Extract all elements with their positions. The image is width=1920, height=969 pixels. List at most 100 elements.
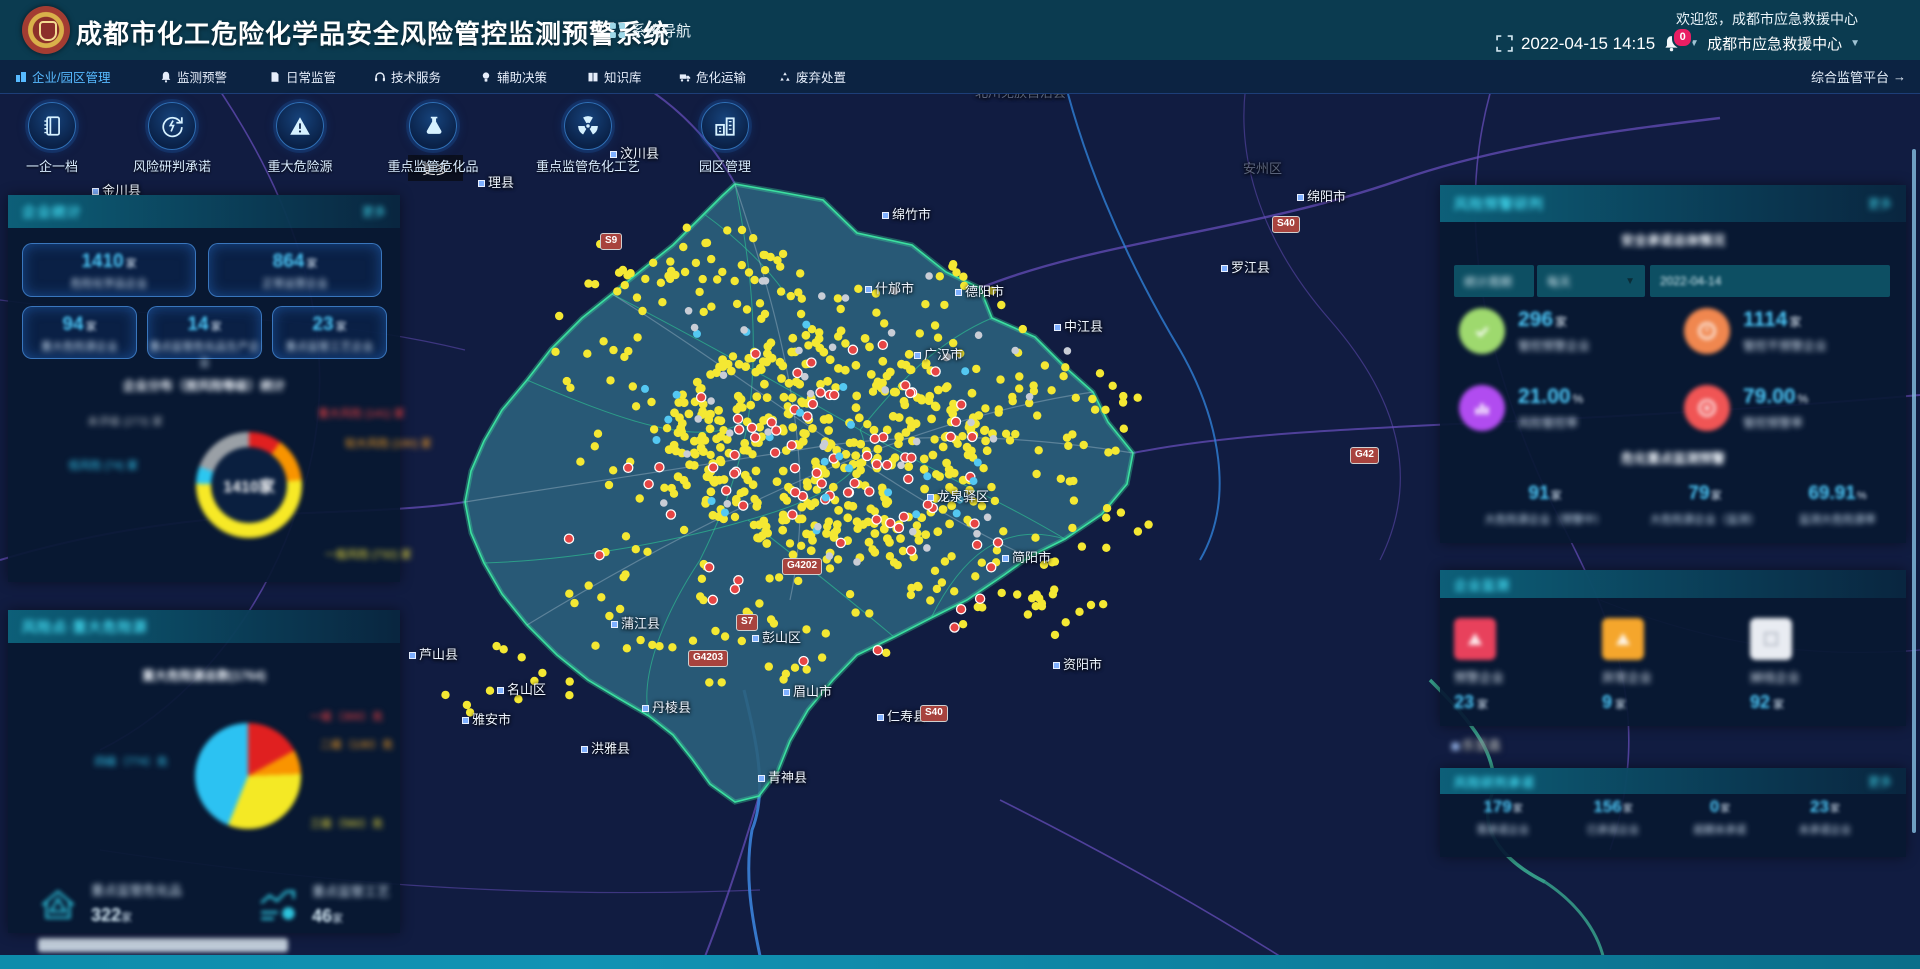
chart-callout-label: 二级（130）处: [320, 736, 393, 752]
period-select[interactable]: 每天▼: [1537, 265, 1645, 297]
more-link[interactable]: 更多: [1868, 195, 1892, 212]
panel-title: 风险研判承诺: [1454, 772, 1535, 791]
panel-title: 风险预警研判: [1454, 194, 1544, 214]
shortcut-row: 一企一档风险研判承诺重大危险源 重点监管危化品 重点监管危化工艺 园区管理: [0, 94, 800, 180]
bottom-stat: 69.91% 监测大危险源率: [1780, 483, 1895, 527]
more-link[interactable]: 更多: [362, 203, 386, 220]
notification-count-badge: 0: [1672, 27, 1693, 48]
chart-callout-label: 四级（774）处: [95, 753, 168, 769]
panel-title: 风险点·重大危险源: [22, 617, 148, 637]
chevron-down-icon: ▼: [1625, 276, 1635, 287]
datetime: 2022-04-15 14:15: [1521, 34, 1655, 54]
nav-item-label: 废弃处置: [796, 67, 846, 86]
notifications-bell-icon[interactable]: 0: [1663, 34, 1681, 54]
panel-title: 企业监测: [1454, 575, 1510, 594]
app-header: 成都市化工危险化学品安全风险管控监测预警系统 系统导航 欢迎您，成都市应急救援中…: [0, 0, 1920, 60]
stat-box[interactable]: 1410家 危险化学品企业: [22, 243, 196, 297]
shortcut-label: 重点监管危化工艺: [533, 156, 643, 175]
shortcut-label: 园区管理: [670, 156, 780, 175]
chart-callout-label: 三级（560）处: [310, 815, 383, 831]
welcome-text: 欢迎您，成都市应急救援中心: [1676, 9, 1858, 29]
monitor-item[interactable]: 掉线企业 92家: [1750, 618, 1880, 713]
monitor-item[interactable]: 异常企业 9家: [1602, 618, 1732, 713]
subtitle-monitor-warning: 危化重点监测预警: [1440, 448, 1906, 467]
hazard-icon-stat[interactable]: 重点监管危化品 322家: [35, 880, 182, 926]
commit-stat: 156家 已承诺企业: [1558, 797, 1668, 837]
commitment-panel: 风险研判承诺 更多 179家 需承诺企业 156家 已承诺企业 0家 超期未承诺…: [1440, 768, 1906, 857]
platform-link-label: 综合监管平台: [1811, 67, 1889, 86]
shortcut-4[interactable]: 重点监管危化工艺: [533, 94, 643, 175]
red-ring-icon: [1684, 385, 1730, 431]
shortcut-5[interactable]: 园区管理: [670, 94, 780, 175]
shortcut-label: 一企一档: [0, 156, 107, 175]
nav-item-1[interactable]: 监测预警: [160, 60, 227, 93]
nav-item-4[interactable]: 辅助决策: [480, 60, 547, 93]
date-input[interactable]: 2022-04-14: [1650, 265, 1890, 297]
shortcut-label: 风险研判承诺: [117, 156, 227, 175]
app-title: 成都市化工危险化学品安全风险管控监测预警系统: [76, 14, 670, 51]
chart-callout-label: 低风险 (74) 家: [68, 457, 138, 473]
map-attribution: [38, 938, 288, 952]
shortcut-label: 重大危险源: [245, 156, 355, 175]
subtitle-commitment: 安全承诺总体情况: [1440, 230, 1906, 249]
shortcut-3[interactable]: 重点监管危化品: [378, 94, 488, 175]
stat-box[interactable]: 94家 重大危险源企业: [22, 306, 137, 359]
org-name: 成都市应急救援中心: [1707, 33, 1842, 54]
shortcut-label: 重点监管危化品: [378, 156, 488, 175]
circle-stat: 79.00% 管控预警率: [1684, 385, 1808, 431]
system-nav-button[interactable]: 系统导航: [610, 20, 691, 41]
white-square-icon: [1750, 618, 1792, 660]
pie-chart-title: 重大危险源总数(1764): [8, 665, 400, 684]
platform-link[interactable]: 综合监管平台 →: [1811, 60, 1906, 93]
commit-stat: 23家 未承诺企业: [1770, 797, 1880, 837]
purple-bars-icon: [1459, 385, 1505, 431]
refresh-bolt-icon: [160, 114, 184, 138]
hazard-icon-stat[interactable]: 重点监管工艺 46家: [256, 881, 390, 927]
app-logo-icon: [22, 6, 70, 54]
nav-item-label: 企业/园区管理: [32, 67, 110, 86]
risk-warning-panel: 风险预警研判 更多 安全承诺总体情况 统计周期 每天▼ 2022-04-14 2…: [1440, 185, 1906, 543]
archive-book-icon: [40, 114, 64, 138]
nav-item-2[interactable]: 日常监管: [269, 60, 336, 93]
truck-icon: [679, 71, 691, 83]
orange-alert-icon: [1684, 308, 1730, 354]
nav-item-3[interactable]: 技术服务: [374, 60, 441, 93]
scrollbar-thumb[interactable]: [1912, 149, 1916, 833]
chart-callout-label: 未评级 (273) 家: [87, 413, 163, 429]
green-check-icon: [1459, 308, 1505, 354]
nav-item-label: 技术服务: [391, 67, 441, 86]
monitor-item[interactable]: 预警企业 23家: [1454, 618, 1584, 713]
nav-item-0[interactable]: 企业/园区管理: [15, 60, 110, 93]
arrow-right-icon: →: [1893, 69, 1906, 84]
fullscreen-icon[interactable]: [1496, 35, 1513, 52]
nav-item-label: 日常监管: [286, 67, 336, 86]
shortcut-2[interactable]: 重大危险源: [245, 94, 355, 175]
recycle-icon: [779, 71, 791, 83]
donut-center-label: 1410家: [223, 473, 275, 497]
circle-stat: 21.00% 风险管控率: [1459, 385, 1583, 431]
nav-item-5[interactable]: 知识库: [587, 60, 642, 93]
stat-box[interactable]: 14家 重点监管危化品生产企业: [147, 306, 262, 359]
circle-stat: 296家 管控预警企业: [1459, 308, 1590, 354]
commit-stat: 0家 超期未承诺: [1665, 797, 1775, 837]
filter-label: 统计周期: [1454, 265, 1534, 297]
stat-box[interactable]: 23家 重点监管工艺企业: [272, 306, 387, 359]
risk-level-donut-chart[interactable]: 1410家: [196, 432, 302, 538]
nav-item-label: 知识库: [604, 67, 642, 86]
org-caret-icon[interactable]: ▼: [1850, 38, 1860, 49]
house-icon: [35, 880, 81, 926]
more-link[interactable]: 更多: [1868, 773, 1892, 790]
nav-item-7[interactable]: 废弃处置: [779, 60, 846, 93]
shortcut-0[interactable]: 一企一档: [0, 94, 107, 175]
grid-icon: [610, 23, 625, 38]
red-square-alert-icon: [1454, 618, 1496, 660]
stat-box[interactable]: 864家 正常运营企业: [208, 243, 382, 297]
system-nav-label: 系统导航: [631, 20, 691, 41]
headset-icon: [374, 71, 386, 83]
bottom-stat: 91家 大危险源企业（预警中）: [1480, 483, 1610, 527]
commit-stat: 179家 需承诺企业: [1448, 797, 1558, 837]
nav-item-label: 危化运输: [696, 67, 746, 86]
hazard-level-pie-chart[interactable]: [195, 723, 301, 829]
shortcut-1[interactable]: 风险研判承诺: [117, 94, 227, 175]
nav-item-6[interactable]: 危化运输: [679, 60, 746, 93]
